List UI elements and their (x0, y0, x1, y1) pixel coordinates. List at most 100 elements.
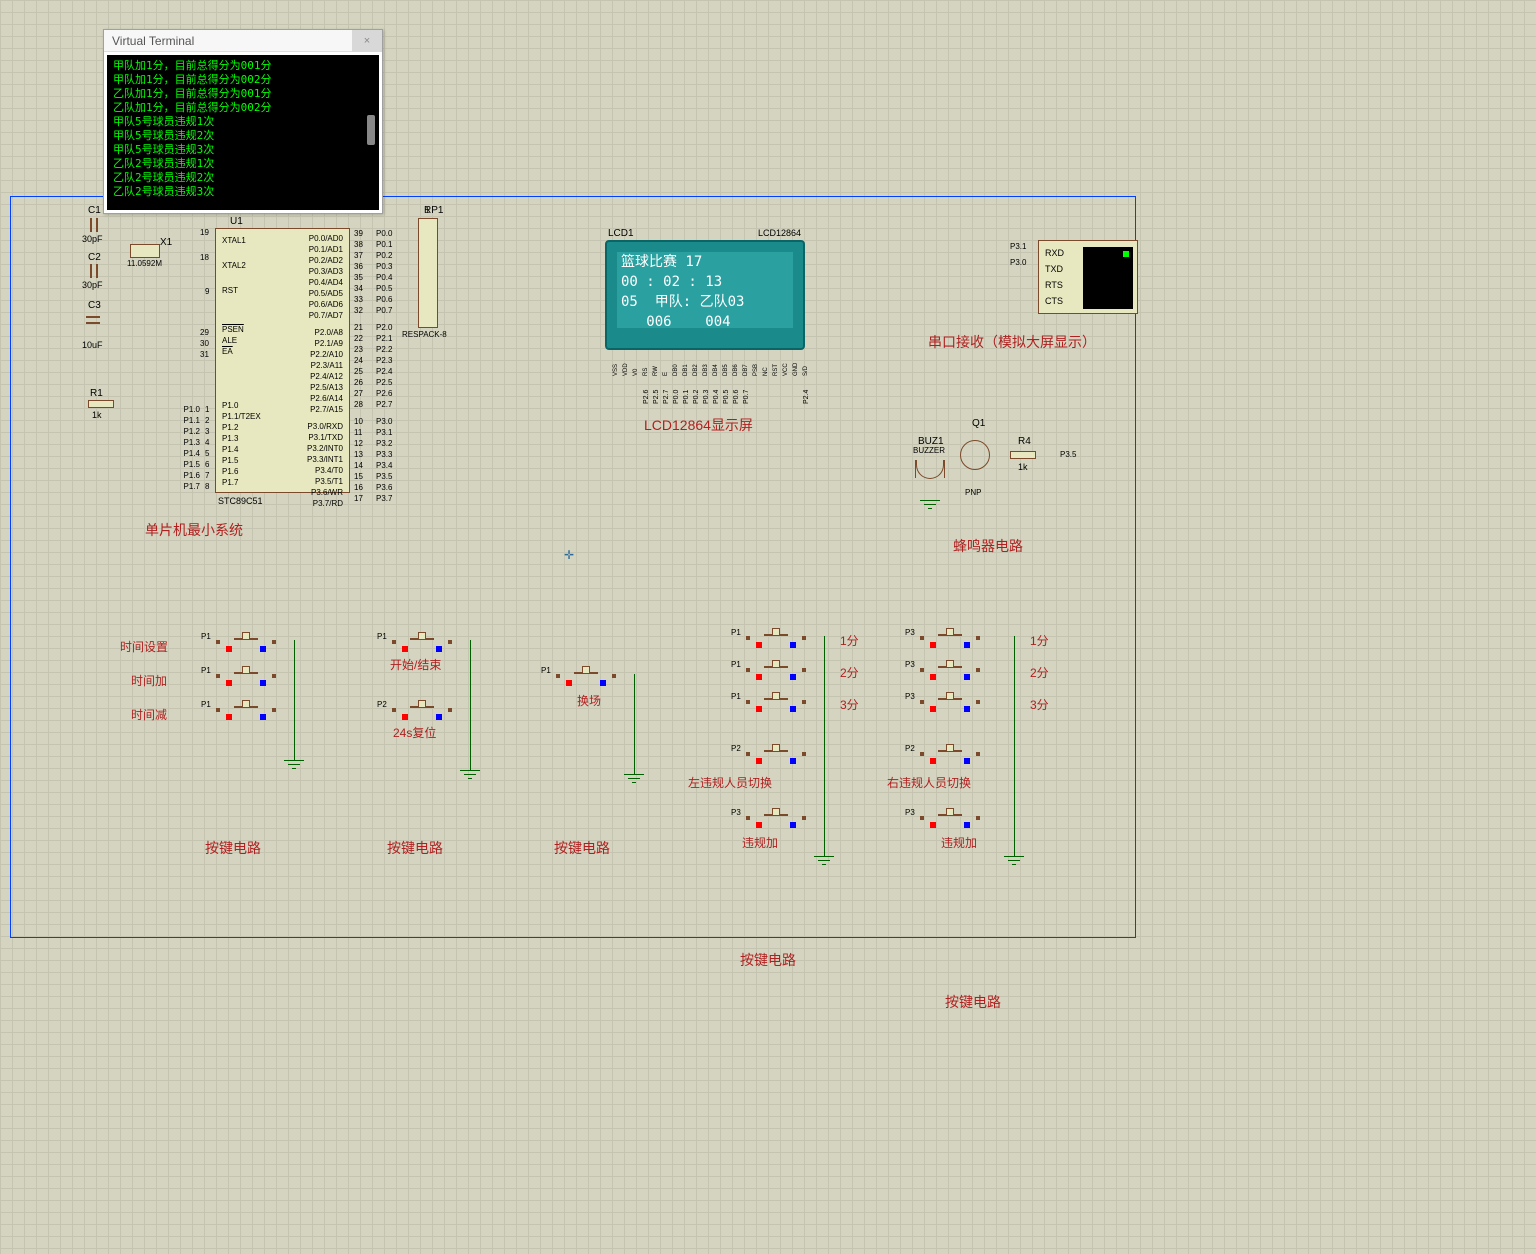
button-left-foul-switch[interactable] (746, 744, 806, 764)
res-r1[interactable] (88, 400, 114, 408)
pin-name: P3.7/RD (307, 498, 343, 509)
pin-name: P2.1/A9 (307, 338, 343, 349)
vt-scrollbar[interactable] (367, 115, 375, 145)
lcd-pin-name: DB7 (743, 364, 749, 376)
btn-label: 1分 (840, 632, 859, 649)
button-left-1[interactable] (746, 628, 806, 648)
c3-val: 10uF (82, 340, 103, 350)
netlabel: P1.1 (178, 415, 200, 426)
group-label: 按键电路 (945, 992, 1001, 1012)
lcd-pin-net: P2.4 (803, 390, 810, 404)
btn-pin: P1 (201, 666, 211, 675)
lcd-module[interactable]: 篮球比赛 17 00 : 02 : 13 05 甲队: 乙队03 006 004 (605, 240, 805, 350)
lcd-line4: 006 004 (617, 312, 793, 332)
pin-name: PSEN (222, 324, 246, 335)
button-left-2[interactable] (746, 660, 806, 680)
lcd-pin-net: P2.7 (663, 390, 670, 404)
netlabel: P2.3 (376, 355, 392, 366)
lcd-pin-name: E (663, 372, 669, 376)
button-swap[interactable] (556, 666, 616, 686)
res-r4[interactable] (1010, 451, 1036, 459)
pin-name: P3.1/TXD (307, 432, 343, 443)
virtual-terminal-window[interactable]: Virtual Terminal × 甲队加1分，目前总得分为001分 甲队加1… (103, 29, 383, 214)
vt-line: 甲队5号球员违规3次 (113, 143, 373, 157)
btn-pin: P2 (905, 744, 915, 753)
mcu-chip[interactable]: XTAL1 XTAL2 RST PSEN ALE EA P0.0/AD0 P0.… (215, 228, 350, 493)
respack[interactable] (418, 218, 438, 328)
netlabel: P2.6 (376, 388, 392, 399)
lcd-pin-net: P0.1 (683, 390, 690, 404)
pin-num: 37 (354, 250, 363, 261)
buz-net: P3.5 (1060, 450, 1076, 459)
button-time-add[interactable] (216, 666, 276, 686)
vt-line: 甲队5号球员违规1次 (113, 115, 373, 129)
netlabel: P3.2 (376, 438, 392, 449)
btn-pin: P2 (377, 700, 387, 709)
btn-pin: P1 (201, 632, 211, 641)
netlabel: P3.5 (376, 471, 392, 482)
cap-c2[interactable] (82, 264, 104, 278)
vt-titlebar[interactable]: Virtual Terminal × (104, 30, 382, 52)
netlabel: P1.7 (178, 481, 200, 492)
crystal[interactable] (130, 244, 160, 258)
lcd-pin-net: P0.7 (743, 390, 750, 404)
pin-num: 28 (354, 399, 363, 410)
netlabel: P0.3 (376, 261, 392, 272)
button-right-3[interactable] (920, 692, 980, 712)
lcd-pin-net: P0.3 (703, 390, 710, 404)
vt-line: 乙队加1分，目前总得分为001分 (113, 87, 373, 101)
btn-label: 2分 (840, 664, 859, 681)
cap-c1[interactable] (82, 218, 104, 232)
pin-num: 22 (354, 333, 363, 344)
button-start-end[interactable] (392, 632, 452, 652)
lcd-pin-name: RST (773, 364, 779, 376)
serial-module[interactable]: RXD TXD RTS CTS (1038, 240, 1138, 314)
pin-num: 6 (205, 459, 209, 470)
netlabel: P1.3 (178, 437, 200, 448)
button-24s-reset[interactable] (392, 700, 452, 720)
q1-type: PNP (965, 488, 981, 497)
btn-pin: P1 (731, 692, 741, 701)
q1-ref: Q1 (972, 418, 985, 429)
netlabel: P1.6 (178, 470, 200, 481)
btn-pin: P3 (905, 628, 915, 637)
lcd-line2: 00 : 02 : 13 (617, 272, 793, 292)
pin-num: 5 (205, 448, 209, 459)
button-time-set[interactable] (216, 632, 276, 652)
lcd-pin-net: P0.0 (673, 390, 680, 404)
pin-num: 14 (354, 460, 363, 471)
button-right-2[interactable] (920, 660, 980, 680)
lcd-pin-name: DB6 (733, 364, 739, 376)
netlabel: P3.3 (376, 449, 392, 460)
netlabel: P0.7 (376, 305, 392, 316)
pin-num: 18 (200, 253, 209, 262)
button-right-1[interactable] (920, 628, 980, 648)
serial-net: P3.1 (1010, 242, 1026, 251)
lcd-part: LCD12864 (758, 228, 801, 238)
pin-name: P0.3/AD3 (307, 266, 343, 277)
lcd-pin-name: VCC (783, 363, 789, 376)
lcd-pin-name: PSB (753, 364, 759, 376)
netlabel: P1.0 (178, 404, 200, 415)
pin-name: P3.5/T1 (307, 476, 343, 487)
netlabel: P2.2 (376, 344, 392, 355)
netlabel: P2.1 (376, 333, 392, 344)
pin-name: P0.6/AD6 (307, 299, 343, 310)
pin-name: P1.7 (222, 477, 261, 488)
lcd-pin-net: P2.5 (653, 390, 660, 404)
button-left-3[interactable] (746, 692, 806, 712)
button-right-foul-switch[interactable] (920, 744, 980, 764)
transistor-q1[interactable] (960, 440, 990, 470)
netlabel: P1.5 (178, 459, 200, 470)
cap-c3[interactable] (86, 308, 100, 330)
close-icon[interactable]: × (352, 30, 382, 52)
vt-line: 乙队加1分，目前总得分为002分 (113, 101, 373, 115)
btn-label: 右违规人员切换 (887, 774, 971, 791)
button-right-foul-add[interactable] (920, 808, 980, 828)
mcu-part: STC89C51 (218, 496, 263, 506)
vt-line: 甲队加1分，目前总得分为001分 (113, 59, 373, 73)
button-time-sub[interactable] (216, 700, 276, 720)
buzzer[interactable] (915, 460, 945, 478)
button-left-foul-add[interactable] (746, 808, 806, 828)
pin-num: 9 (205, 287, 209, 296)
